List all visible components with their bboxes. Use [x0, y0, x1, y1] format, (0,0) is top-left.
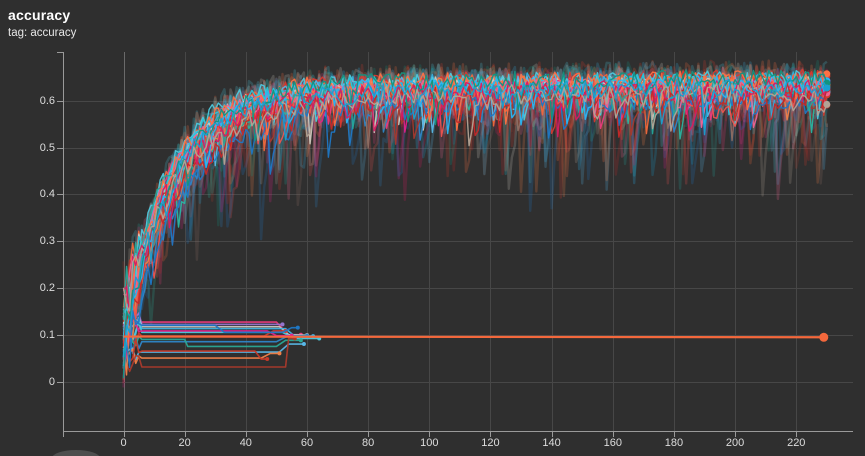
chart-title: accuracy: [8, 7, 76, 25]
tensorboard-accuracy-card: accuracy tag: accuracy 00.10.20.30.40.50…: [0, 0, 865, 456]
accuracy-chart-canvas[interactable]: [0, 0, 865, 456]
chart-subtitle: tag: accuracy: [8, 26, 76, 40]
card-header: accuracy tag: accuracy: [8, 7, 76, 40]
